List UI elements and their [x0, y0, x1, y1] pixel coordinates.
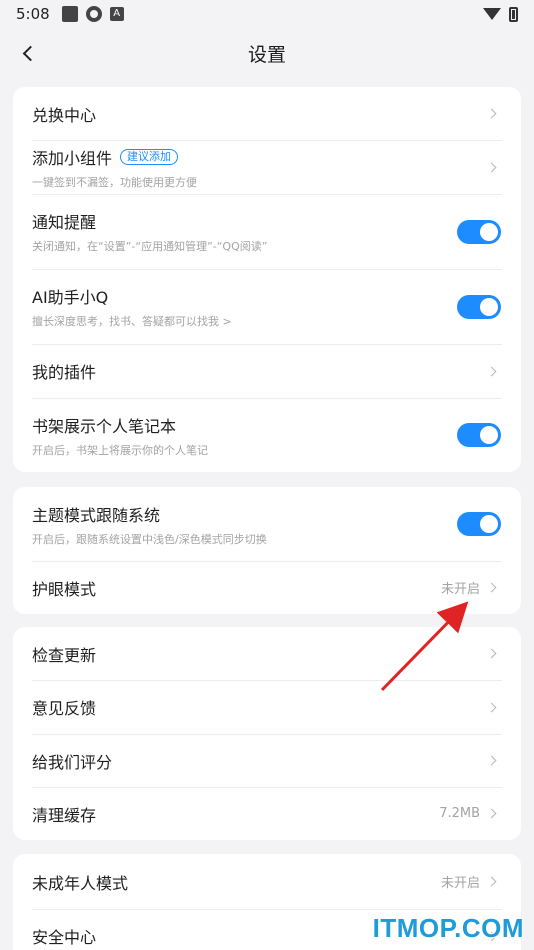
row-title: 未成年人模式	[32, 873, 129, 893]
shelf-notebook-toggle[interactable]	[457, 423, 501, 447]
row-title: 给我们评分	[32, 752, 113, 772]
chevron-left-icon	[22, 45, 38, 61]
row-title: 添加小组件	[32, 148, 113, 168]
row-title: 通知提醒	[32, 213, 97, 232]
row-shelf-notebook: 书架展示个人笔记本 开启后，书架上将展示你的个人笔记	[13, 398, 521, 472]
row-my-plugins[interactable]: 我的插件	[13, 344, 521, 398]
row-add-widget[interactable]: 添加小组件 建议添加 一键签到不漏签，功能使用更方便	[13, 140, 521, 194]
row-subtitle[interactable]: 擅长深度思考，找书、答疑都可以找我 >	[32, 313, 457, 329]
row-subtitle: 关闭通知，在“设置”-“应用通知管理”-“QQ阅读”	[32, 240, 268, 253]
chevron-right-icon	[486, 755, 497, 766]
row-value: 未开启	[440, 582, 480, 597]
chevron-right-icon	[486, 648, 497, 659]
row-rate-us[interactable]: 给我们评分	[13, 734, 521, 787]
theme-follow-toggle[interactable]	[457, 512, 501, 536]
row-minor-mode[interactable]: 未成年人模式 未开启	[13, 854, 521, 909]
row-notifications: 通知提醒 关闭通知，在“设置”-“应用通知管理”-“QQ阅读”	[13, 194, 521, 269]
watermark-logo: ITMOP.COM	[372, 913, 524, 943]
chevron-right-icon	[486, 162, 497, 172]
row-theme-follow-system: 主题模式跟随系统 开启后，跟随系统设置中浅色/深色模式同步切换	[13, 487, 521, 561]
page-title: 设置	[247, 43, 286, 66]
chevron-right-icon	[486, 808, 497, 819]
chevron-right-icon	[486, 366, 497, 376]
back-button[interactable]	[10, 36, 44, 70]
aperture-icon	[85, 6, 102, 22]
row-check-update[interactable]: 检查更新	[13, 627, 521, 680]
settings-group-display: 主题模式跟随系统 开启后，跟随系统设置中浅色/深色模式同步切换 护眼模式 未开启	[13, 487, 521, 614]
settings-group-support: 检查更新 意见反馈 给我们评分 清理缓存 7.2MB	[13, 627, 521, 840]
row-feedback[interactable]: 意见反馈	[13, 680, 521, 734]
notifications-toggle[interactable]	[457, 219, 501, 244]
chevron-right-icon	[486, 108, 497, 119]
row-ai-assistant: AI助手小Q 擅长深度思考，找书、答疑都可以找我 >	[13, 269, 521, 344]
wifi-icon	[483, 8, 501, 20]
chevron-right-icon	[486, 582, 497, 593]
row-title: 意见反馈	[32, 699, 97, 718]
row-exchange-center[interactable]: 兑换中心	[13, 87, 521, 140]
chevron-right-icon	[486, 876, 497, 887]
a-icon: A	[109, 7, 124, 21]
title-bar: 设置	[0, 28, 534, 78]
row-title: AI助手小Q	[32, 288, 109, 307]
row-title: 检查更新	[32, 645, 97, 665]
row-title: 主题模式跟随系统	[32, 505, 161, 525]
row-eye-protection[interactable]: 护眼模式 未开启	[13, 561, 521, 614]
clock: 5:08	[16, 5, 50, 23]
status-bar: 5:08 A	[0, 0, 534, 28]
row-subtitle: 开启后，书架上将展示你的个人笔记	[32, 443, 208, 457]
row-clear-cache[interactable]: 清理缓存 7.2MB	[13, 787, 521, 840]
row-value: 未开启	[440, 876, 480, 891]
app-square-icon	[61, 6, 78, 22]
suggest-badge: 建议添加	[120, 148, 179, 165]
row-subtitle: 开启后，跟随系统设置中浅色/深色模式同步切换	[32, 532, 267, 546]
ai-assistant-toggle[interactable]	[457, 294, 501, 319]
row-subtitle: 一键签到不漏签，功能使用更方便	[32, 175, 197, 189]
row-title: 我的插件	[32, 363, 97, 382]
row-title: 护眼模式	[32, 579, 97, 599]
row-title: 兑换中心	[32, 105, 97, 125]
cache-size: 7.2MB	[439, 806, 480, 821]
row-title: 清理缓存	[32, 805, 97, 825]
chevron-right-icon	[486, 702, 497, 712]
row-title: 书架展示个人笔记本	[32, 416, 177, 436]
battery-charging-icon	[509, 6, 518, 22]
settings-group-general: 兑换中心 添加小组件 建议添加 一键签到不漏签，功能使用更方便 通知提醒 关闭通…	[13, 87, 521, 472]
